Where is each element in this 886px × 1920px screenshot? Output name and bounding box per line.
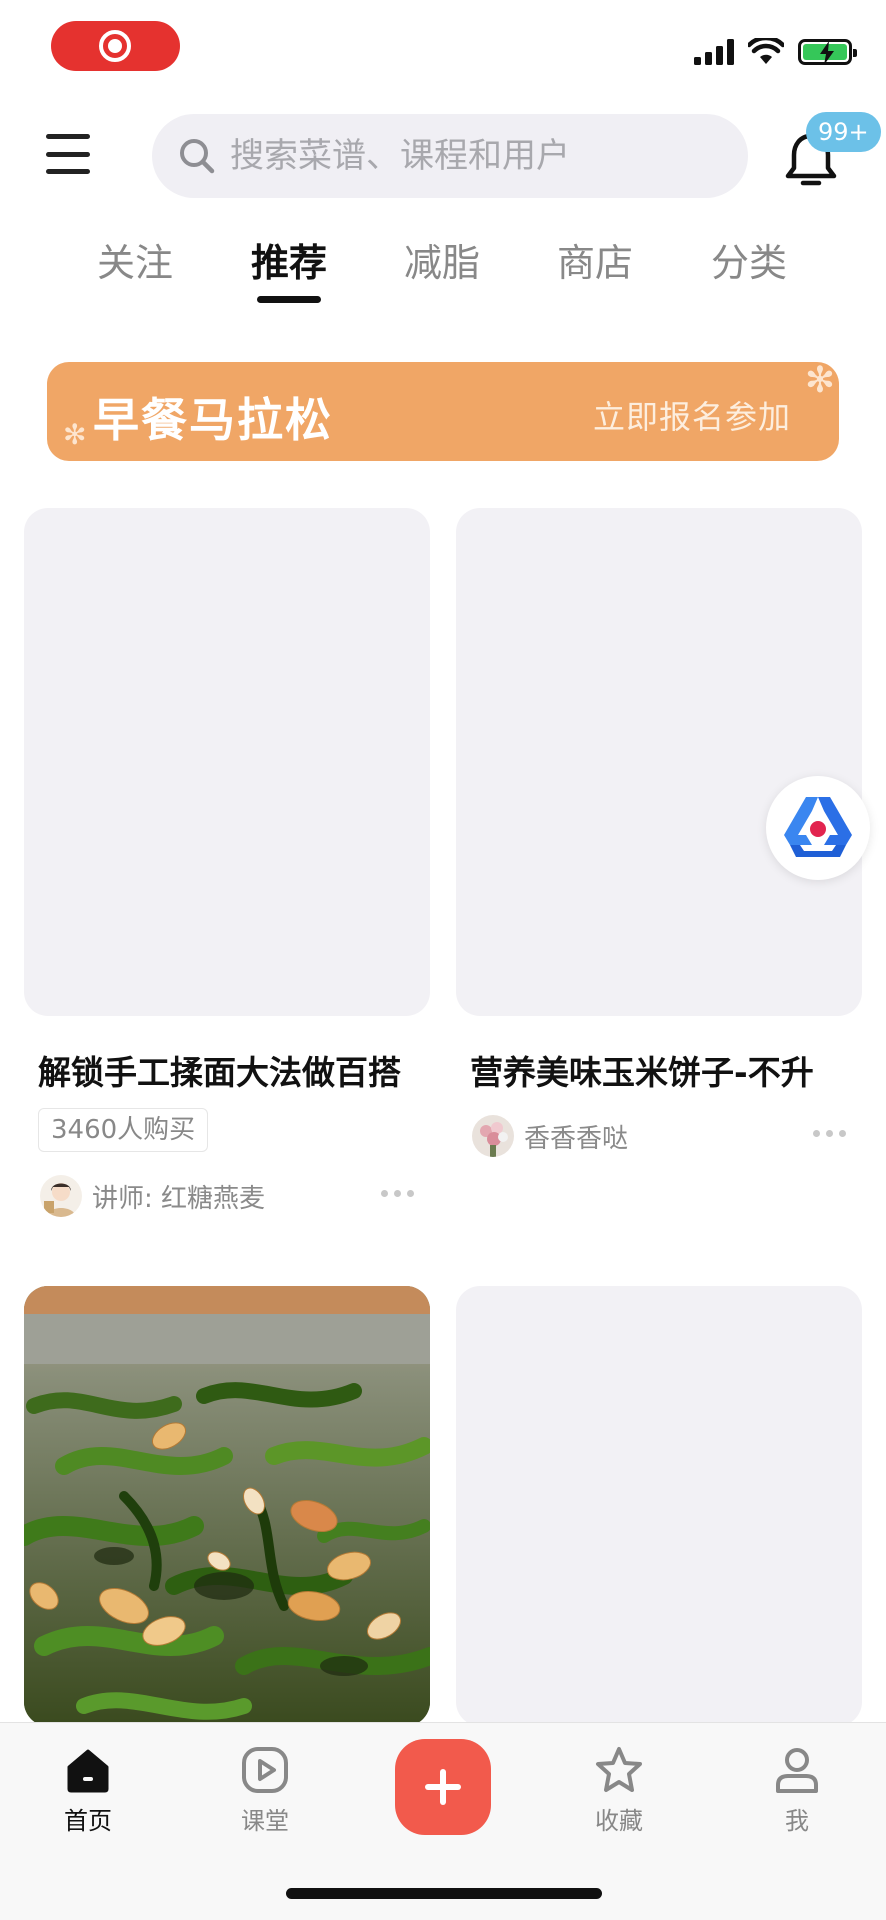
tab-recommended[interactable]: 推荐	[234, 232, 344, 287]
battery-charging-icon	[798, 39, 857, 65]
menu-button[interactable]	[46, 134, 90, 174]
cellular-signal-icon	[694, 39, 734, 65]
tabbar-classroom[interactable]: 课堂	[205, 1745, 325, 1836]
tabbar-favorites[interactable]: 收藏	[559, 1745, 679, 1836]
more-options-icon[interactable]	[381, 1190, 414, 1197]
search-icon	[180, 139, 215, 174]
banner-title: 早餐马拉松	[93, 393, 333, 447]
home-indicator	[286, 1888, 602, 1899]
tabbar-classroom-label: 课堂	[241, 1807, 289, 1835]
card-image-placeholder	[456, 508, 862, 1016]
category-tabs: 关注 推荐 减脂 商店 分类	[0, 232, 886, 312]
tab-follow[interactable]: 关注	[80, 232, 190, 287]
tab-categories[interactable]: 分类	[694, 232, 804, 287]
screen-recording-indicator[interactable]	[51, 21, 180, 71]
tabbar-me-label: 我	[785, 1807, 809, 1835]
user-icon	[776, 1748, 818, 1793]
active-tab-indicator	[257, 296, 321, 303]
card-author-name: 讲师: 红糖燕麦	[92, 1183, 266, 1214]
stir-fried-peppers-photo	[24, 1286, 430, 1726]
promo-banner[interactable]: ✻ ✻ 早餐马拉松 立即报名参加	[47, 362, 839, 461]
tabbar-home-label: 首页	[64, 1807, 112, 1835]
card-title: 营养美味玉米饼子-不升	[470, 1053, 814, 1092]
tabbar-favorites-label: 收藏	[595, 1807, 643, 1835]
purchase-count-tag: 3460人购买	[38, 1108, 209, 1152]
tab-store[interactable]: 商店	[540, 232, 650, 287]
system-icons	[694, 36, 857, 68]
wifi-icon	[748, 38, 784, 64]
tabbar-me[interactable]: 我	[737, 1745, 857, 1836]
avatar	[472, 1115, 514, 1157]
star-icon	[596, 1747, 642, 1792]
search-bar[interactable]	[152, 114, 748, 198]
avatar	[40, 1175, 82, 1217]
banner-cta[interactable]: 立即报名参加	[593, 392, 791, 438]
sparkle-decoration: ✻	[804, 362, 835, 401]
status-bar	[0, 0, 886, 100]
home-icon	[67, 1749, 109, 1793]
card-image-placeholder	[24, 508, 430, 1016]
search-input[interactable]	[230, 136, 710, 176]
card-author-name: 香香香哒	[524, 1123, 629, 1154]
header: 99+	[0, 112, 886, 198]
more-options-icon[interactable]	[813, 1130, 846, 1137]
floating-assistant-button[interactable]	[766, 776, 870, 880]
notification-badge: 99+	[806, 112, 881, 152]
sparkle-decoration: ✻	[63, 418, 87, 451]
card-image	[24, 1286, 430, 1726]
recipe-card[interactable]: 解锁手工揉面大法做百搭 3460人购买 讲师: 红糖燕麦	[24, 508, 430, 1218]
tab-fat-loss[interactable]: 减脂	[387, 232, 497, 287]
add-button[interactable]	[395, 1739, 491, 1835]
recipe-card[interactable]	[456, 1286, 862, 1726]
card-author: 讲师: 红糖燕麦	[24, 1174, 430, 1218]
tabbar-home[interactable]: 首页	[28, 1745, 148, 1836]
card-image-placeholder	[456, 1286, 862, 1726]
card-title: 解锁手工揉面大法做百搭	[38, 1053, 401, 1092]
recipe-card[interactable]	[24, 1286, 430, 1726]
assistant-logo-icon	[784, 797, 852, 857]
play-icon	[242, 1747, 288, 1793]
card-author: 香香香哒	[456, 1114, 862, 1158]
